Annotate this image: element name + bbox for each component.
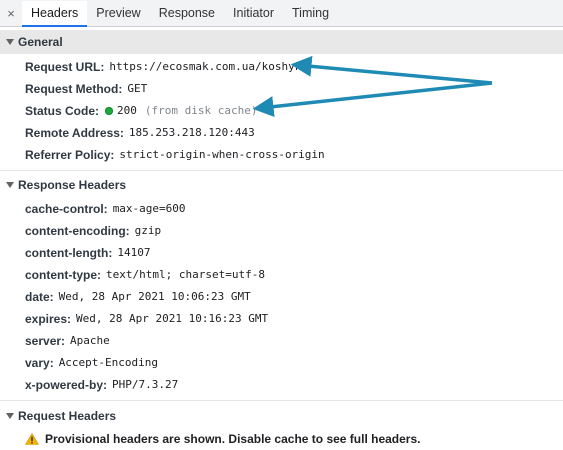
header-value: 185.253.218.120:443 [128, 126, 255, 139]
expand-triangle-icon [6, 39, 14, 45]
general-row-remote-address: Remote Address: 185.253.218.120:443 [0, 122, 563, 144]
response-header-row: expires: Wed, 28 Apr 2021 10:16:23 GMT [0, 308, 563, 330]
header-value: PHP/7.3.27 [112, 378, 179, 391]
header-key: Referrer Policy: [25, 148, 115, 162]
general-section: General Request URL: https://ecosmak.com… [0, 30, 563, 171]
request-headers-section-header[interactable]: Request Headers [0, 404, 563, 428]
header-value: Accept-Encoding [58, 356, 159, 369]
header-value: 14107 [117, 246, 151, 259]
header-key: content-encoding: [25, 224, 130, 238]
header-key: Status Code: [25, 104, 100, 118]
status-ok-icon [105, 107, 114, 115]
section-title: General [18, 35, 63, 49]
response-header-row: content-length: 14107 [0, 242, 563, 264]
header-key: Request Method: [25, 82, 123, 96]
header-value: Apache [70, 334, 110, 347]
response-header-row: content-type: text/html; charset=utf-8 [0, 264, 563, 286]
header-key: x-powered-by: [25, 378, 108, 392]
header-value: text/html; charset=utf-8 [106, 268, 265, 281]
header-key: date: [25, 290, 54, 304]
response-headers-section-header[interactable]: Response Headers [0, 173, 563, 197]
header-value[interactable]: https://ecosmak.com.ua/koshyk [109, 56, 301, 78]
header-value: Wed, 28 Apr 2021 10:16:23 GMT [76, 312, 269, 325]
response-header-row: content-encoding: gzip [0, 220, 563, 242]
header-value: GET [127, 82, 148, 95]
response-header-row: x-powered-by: PHP/7.3.27 [0, 374, 563, 396]
tab-initiator[interactable]: Initiator [224, 1, 283, 26]
close-icon[interactable]: × [0, 1, 22, 26]
general-row-referrer-policy: Referrer Policy: strict-origin-when-cros… [0, 144, 563, 166]
warning-icon [25, 433, 39, 445]
section-title: Response Headers [18, 178, 127, 192]
expand-triangle-icon [6, 413, 14, 419]
tab-response[interactable]: Response [150, 1, 224, 26]
header-value: strict-origin-when-cross-origin [119, 148, 325, 161]
response-header-row: date: Wed, 28 Apr 2021 10:06:23 GMT [0, 286, 563, 308]
header-key: content-length: [25, 246, 113, 260]
header-key: content-type: [25, 268, 101, 282]
header-key: server: [25, 334, 66, 348]
response-header-row: cache-control: max-age=600 [0, 198, 563, 220]
tab-headers[interactable]: Headers [22, 1, 88, 27]
general-row-status-code: Status Code: 200 (from disk cache) [0, 100, 563, 122]
response-header-row: vary: Accept-Encoding [0, 352, 563, 374]
expand-triangle-icon [6, 182, 14, 188]
status-code-note: (from disk cache) [144, 104, 258, 117]
status-code-value: 200 [117, 104, 137, 117]
general-section-header[interactable]: General [0, 30, 563, 54]
tab-bar: × Headers Preview Response Initiator Tim… [0, 0, 563, 27]
request-headers-section: Request Headers Provisional headers are … [0, 404, 563, 450]
header-key: expires: [25, 312, 72, 326]
response-headers-section: Response Headers cache-control: max-age=… [0, 173, 563, 401]
header-value: max-age=600 [112, 202, 186, 215]
tab-preview[interactable]: Preview [87, 1, 149, 26]
header-key: Remote Address: [25, 126, 124, 140]
header-key: Request URL: [25, 60, 105, 74]
section-title: Request Headers [18, 409, 117, 423]
general-row-request-method: Request Method: GET [0, 78, 563, 100]
header-key: cache-control: [25, 202, 108, 216]
tab-timing[interactable]: Timing [283, 1, 338, 26]
general-row-request-url: Request URL: https://ecosmak.com.ua/kosh… [0, 56, 563, 78]
response-header-row: server: Apache [0, 330, 563, 352]
header-key: vary: [25, 356, 54, 370]
header-value: gzip [134, 224, 162, 237]
header-value: Wed, 28 Apr 2021 10:06:23 GMT [58, 290, 251, 303]
